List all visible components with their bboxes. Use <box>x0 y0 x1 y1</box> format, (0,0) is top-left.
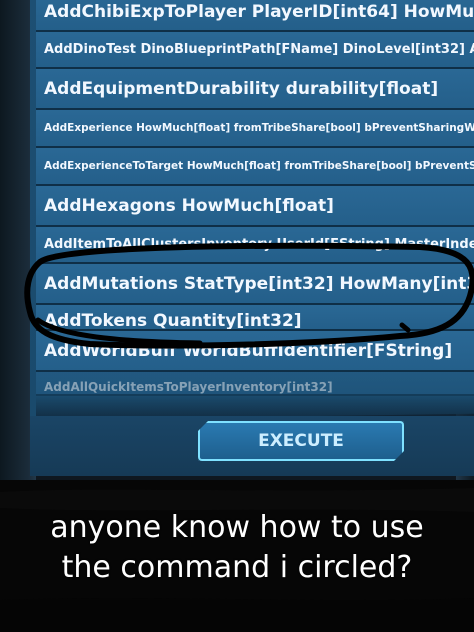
command-item-circled[interactable]: AddItemToAllClustersInventory UserId[FSt… <box>36 227 474 264</box>
command-item[interactable]: AddTokens Quantity[int32] <box>36 305 474 331</box>
command-item[interactable]: AddHexagons HowMuch[float] <box>36 186 474 227</box>
meme-caption: anyone know how to use the command i cir… <box>0 508 474 588</box>
command-item-circled[interactable]: AddMutations StatType[int32] HowMany[int… <box>36 264 474 305</box>
command-item[interactable]: AddExperience HowMuch[float] fromTribeSh… <box>36 110 474 148</box>
command-item[interactable]: AddChibiExpToPlayer PlayerID[int64] HowM… <box>36 0 474 32</box>
command-item[interactable]: AddWorldBuff WorldBuffIdentifier[FString… <box>36 331 474 372</box>
command-item[interactable]: AddDinoTest DinoBlueprintPath[FName] Din… <box>36 32 474 69</box>
caption-line-2: the command i circled? <box>61 550 413 585</box>
command-item[interactable]: AddExperienceToTarget HowMuch[float] fro… <box>36 148 474 186</box>
phone-photo: AddChibiExpToPlayer PlayerID[int64] HowM… <box>0 0 474 632</box>
caption-line-1: anyone know how to use <box>50 510 424 545</box>
command-list: AddChibiExpToPlayer PlayerID[int64] HowM… <box>36 0 474 396</box>
execute-button[interactable]: EXECUTE <box>198 421 404 461</box>
command-item[interactable]: AddEquipmentDurability durability[float] <box>36 69 474 110</box>
command-item[interactable]: AddAllQuickItemsToPlayerInventory[int32] <box>36 372 474 396</box>
